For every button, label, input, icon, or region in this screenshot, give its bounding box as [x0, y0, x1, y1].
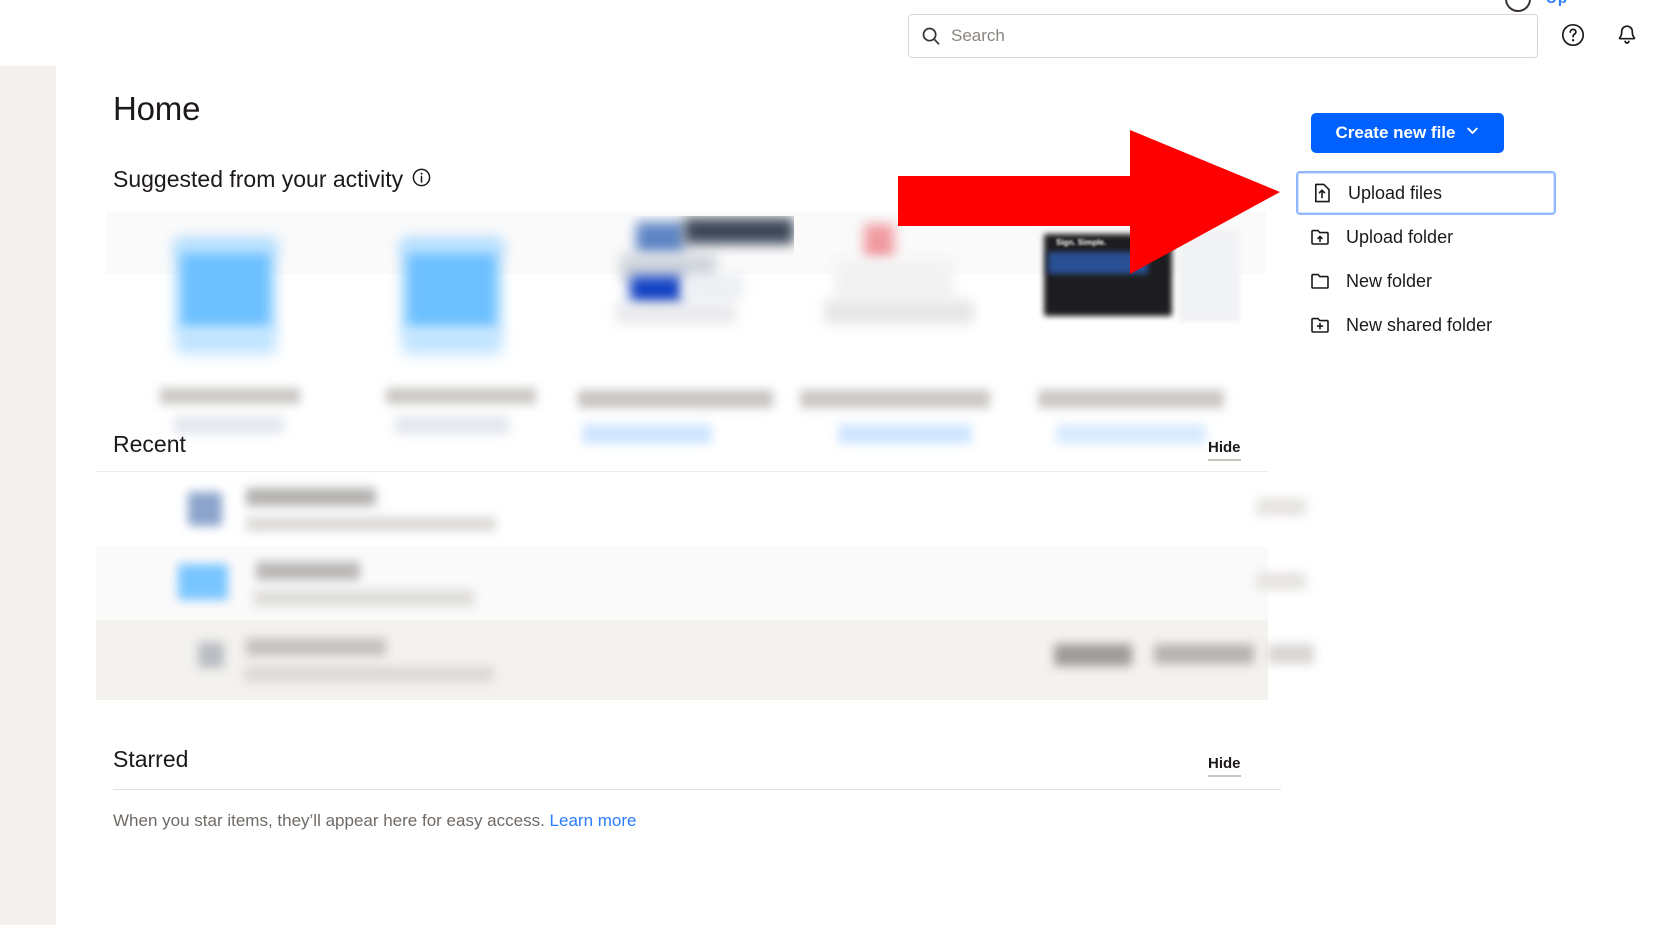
suggested-card-thumbnail — [794, 216, 1020, 391]
recent-section-header: Recent — [113, 431, 186, 458]
menu-item-upload-files[interactable]: Upload files — [1296, 171, 1556, 215]
bell-icon — [1614, 22, 1640, 53]
suggested-title: Suggested from your activity — [113, 166, 404, 192]
recent-list — [96, 471, 1314, 703]
hide-starred-button[interactable]: Hide — [1208, 755, 1241, 777]
suggested-card[interactable] — [116, 216, 342, 466]
starred-empty-text: When you star items, they’ll appear here… — [113, 811, 545, 830]
starred-section-header: Starred — [113, 746, 188, 773]
menu-item-new-folder[interactable]: New folder — [1296, 259, 1556, 303]
page-title: Home — [113, 90, 201, 127]
upgrade-badge-cutoff[interactable]: Up — [1546, 0, 1568, 7]
info-icon[interactable] — [412, 168, 431, 192]
menu-item-new-shared-folder[interactable]: New shared folder — [1296, 303, 1556, 347]
create-new-file-label: Create new file — [1335, 123, 1456, 142]
upload-folder-icon — [1308, 225, 1332, 249]
create-new-file-menu: Upload files Upload folder New folder Ne… — [1296, 165, 1556, 353]
suggested-card-thumbnail — [568, 216, 794, 391]
table-row[interactable] — [96, 620, 1314, 700]
menu-item-label: New shared folder — [1346, 314, 1493, 335]
table-row[interactable] — [96, 546, 1306, 620]
menu-item-label: Upload files — [1348, 182, 1443, 203]
folder-icon — [1308, 269, 1332, 293]
search-input[interactable] — [951, 26, 1525, 46]
chevron-down-icon — [1465, 123, 1480, 143]
suggested-card-thumbnail — [342, 216, 568, 391]
menu-item-upload-folder[interactable]: Upload folder — [1296, 215, 1556, 259]
suggested-card[interactable] — [342, 216, 568, 466]
menu-item-label: New folder — [1346, 270, 1433, 291]
suggested-cards-row: Sign. Simple. — [106, 216, 1276, 471]
hide-recent-button[interactable]: Hide — [1208, 439, 1241, 461]
suggested-card[interactable] — [794, 216, 1020, 466]
help-circle-icon — [1560, 22, 1586, 53]
starred-title: Starred — [113, 746, 189, 772]
notifications-button[interactable] — [1612, 22, 1642, 52]
table-row[interactable] — [96, 472, 1306, 546]
suggested-card[interactable]: Sign. Simple. — [1020, 216, 1246, 466]
left-sidebar-rail — [0, 66, 56, 925]
recent-title: Recent — [113, 431, 186, 457]
thumbnail-caption: Sign. Simple. — [1056, 238, 1107, 247]
search-icon — [921, 26, 941, 46]
account-avatar-cutoff[interactable] — [1505, 0, 1531, 12]
hide-suggested-button[interactable]: Hide — [1208, 175, 1241, 197]
menu-item-label: Upload folder — [1346, 226, 1454, 247]
help-button[interactable] — [1558, 22, 1588, 52]
suggested-section-header: Suggested from your activity — [113, 166, 431, 193]
suggested-card-thumbnail: Sign. Simple. — [1020, 216, 1246, 391]
learn-more-link[interactable]: Learn more — [550, 811, 637, 830]
shared-folder-plus-icon — [1308, 313, 1332, 337]
starred-divider — [113, 789, 1281, 790]
starred-empty-state: When you star items, they’ll appear here… — [113, 811, 636, 831]
suggested-card-thumbnail — [116, 216, 342, 391]
top-header: Up — [0, 0, 1664, 72]
search-bar[interactable] — [908, 14, 1538, 58]
create-new-file-button[interactable]: Create new file — [1311, 113, 1504, 153]
upload-file-icon — [1310, 181, 1334, 205]
suggested-card[interactable] — [568, 216, 794, 466]
